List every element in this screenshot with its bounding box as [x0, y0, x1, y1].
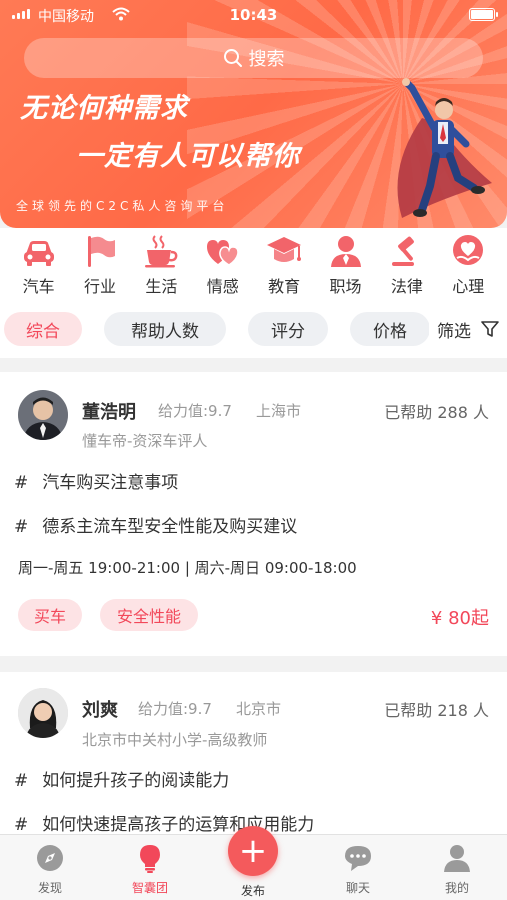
- price: ¥ 80起: [430, 608, 489, 629]
- expert-card[interactable]: 刘爽 给力值:9.7 北京市 已帮助 218 人 北京市中关村小学-高级教师 #…: [0, 672, 507, 835]
- tab-think-tank[interactable]: 智囊团: [110, 843, 190, 896]
- banner-slogan-line2: 一定有人可以帮你: [76, 141, 300, 172]
- battery-icon: [469, 8, 498, 21]
- tab-chat[interactable]: 聊天: [318, 843, 398, 896]
- compass-icon: [37, 845, 63, 871]
- coffee-cup-icon: [145, 235, 178, 268]
- tab-label: 发现: [37, 881, 62, 895]
- superhero-illustration: [397, 78, 492, 218]
- expert-card[interactable]: 董浩明 给力值:9.7 上海市 已帮助 288 人 懂车帝-资深车评人 # 汽车购…: [0, 372, 507, 656]
- expert-name[interactable]: 董浩明: [82, 398, 136, 424]
- chat-bubble-icon: [345, 846, 371, 871]
- clock: 10:43: [229, 6, 278, 24]
- service-hours: 周一-周五 19:00-21:00 | 周六-周日 09:00-18:00: [18, 559, 357, 577]
- promo-banner[interactable]: 中国移动 10:43 搜索 无论何种需求 一定有人可以帮你 全球领先的C2C私人…: [0, 0, 507, 228]
- category-psychology[interactable]: 心理: [438, 228, 499, 300]
- search-placeholder: 搜索: [248, 49, 285, 70]
- category-industry[interactable]: 行业: [69, 228, 130, 300]
- tab-discover[interactable]: 发现: [10, 843, 90, 896]
- expert-name[interactable]: 刘爽: [82, 696, 118, 722]
- banner-tagline: 全球领先的C2C私人咨询平台: [16, 199, 229, 213]
- helped-count: 已帮助 288 人: [384, 403, 489, 422]
- category-grid: 汽车 行业 生活 情感 教育 职场 法律 心理: [0, 228, 507, 300]
- publish-button[interactable]: +: [228, 826, 278, 876]
- topic-item[interactable]: # 汽车购买注意事项: [14, 468, 178, 493]
- category-label: 职场: [329, 277, 362, 296]
- filter-button[interactable]: 筛选: [429, 312, 499, 346]
- sort-comprehensive[interactable]: 综合: [4, 312, 82, 346]
- user-icon: [444, 845, 470, 872]
- flag-icon: [88, 236, 116, 267]
- category-life[interactable]: 生活: [131, 228, 192, 300]
- hashtag-icon: #: [14, 771, 29, 791]
- gavel-icon: [391, 236, 414, 266]
- tab-label: 聊天: [345, 881, 370, 895]
- publish-label: 发布: [240, 884, 265, 898]
- tab-label: 我的: [444, 881, 469, 895]
- topic-text: 如何提升孩子的阅读能力: [42, 771, 230, 791]
- avatar-portrait: [18, 390, 68, 440]
- topic-text: 如何快速提高孩子的运算和应用能力: [42, 815, 315, 835]
- funnel-icon: [481, 321, 499, 337]
- search-icon: [223, 49, 242, 67]
- topic-text: 汽车购买注意事项: [42, 473, 179, 493]
- category-label: 生活: [145, 277, 178, 296]
- hearts-icon: [206, 240, 239, 266]
- tag-badge[interactable]: 安全性能: [100, 599, 198, 631]
- category-label: 心理: [452, 277, 485, 296]
- expert-city: 上海市: [256, 402, 302, 420]
- helped-count: 已帮助 218 人: [384, 701, 489, 720]
- category-label: 法律: [390, 277, 423, 296]
- category-car[interactable]: 汽车: [8, 228, 69, 300]
- sort-filter-bar: 综合 帮助人数 评分 价格 筛选: [0, 300, 507, 358]
- power-value: 给力值:9.7: [138, 700, 212, 718]
- status-bar: 中国移动 10:43: [0, 0, 507, 30]
- person-icon: [330, 236, 361, 267]
- graduation-cap-icon: [267, 237, 302, 262]
- banner-slogan-line1: 无论何种需求: [20, 93, 188, 124]
- hashtag-icon: #: [14, 815, 29, 835]
- search-bar[interactable]: 搜索: [24, 38, 483, 78]
- category-label: 汽车: [22, 277, 55, 296]
- lightbulb-icon: [140, 845, 160, 873]
- hashtag-icon: #: [14, 473, 29, 493]
- category-emotion[interactable]: 情感: [192, 228, 253, 300]
- expert-city: 北京市: [236, 700, 282, 718]
- sort-help-count[interactable]: 帮助人数: [104, 312, 226, 346]
- category-workplace[interactable]: 职场: [315, 228, 376, 300]
- filter-label: 筛选: [437, 321, 471, 342]
- category-education[interactable]: 教育: [254, 228, 315, 300]
- category-label: 行业: [84, 277, 117, 296]
- avatar[interactable]: [18, 688, 68, 738]
- sort-price[interactable]: 价格: [350, 312, 430, 346]
- sort-rating[interactable]: 评分: [248, 312, 328, 346]
- heart-hand-icon: [453, 235, 484, 265]
- hashtag-icon: #: [14, 517, 29, 537]
- power-value: 给力值:9.7: [158, 402, 232, 420]
- expert-role: 北京市中关村小学-高级教师: [82, 731, 268, 749]
- category-law[interactable]: 法律: [376, 228, 437, 300]
- topic-item[interactable]: # 德系主流车型安全性能及购买建议: [14, 512, 297, 537]
- topic-item[interactable]: # 如何提升孩子的阅读能力: [14, 766, 229, 791]
- plus-icon: +: [238, 831, 268, 871]
- tab-mine[interactable]: 我的: [417, 843, 497, 896]
- expert-role: 懂车帝-资深车评人: [82, 432, 208, 450]
- topic-text: 德系主流车型安全性能及购买建议: [42, 517, 298, 537]
- tag-badge[interactable]: 买车: [18, 599, 82, 631]
- category-label: 情感: [206, 277, 239, 296]
- car-icon: [23, 241, 54, 266]
- tab-label: 智囊团: [131, 881, 168, 895]
- avatar-portrait: [18, 688, 68, 738]
- category-label: 教育: [268, 277, 301, 296]
- avatar[interactable]: [18, 390, 68, 440]
